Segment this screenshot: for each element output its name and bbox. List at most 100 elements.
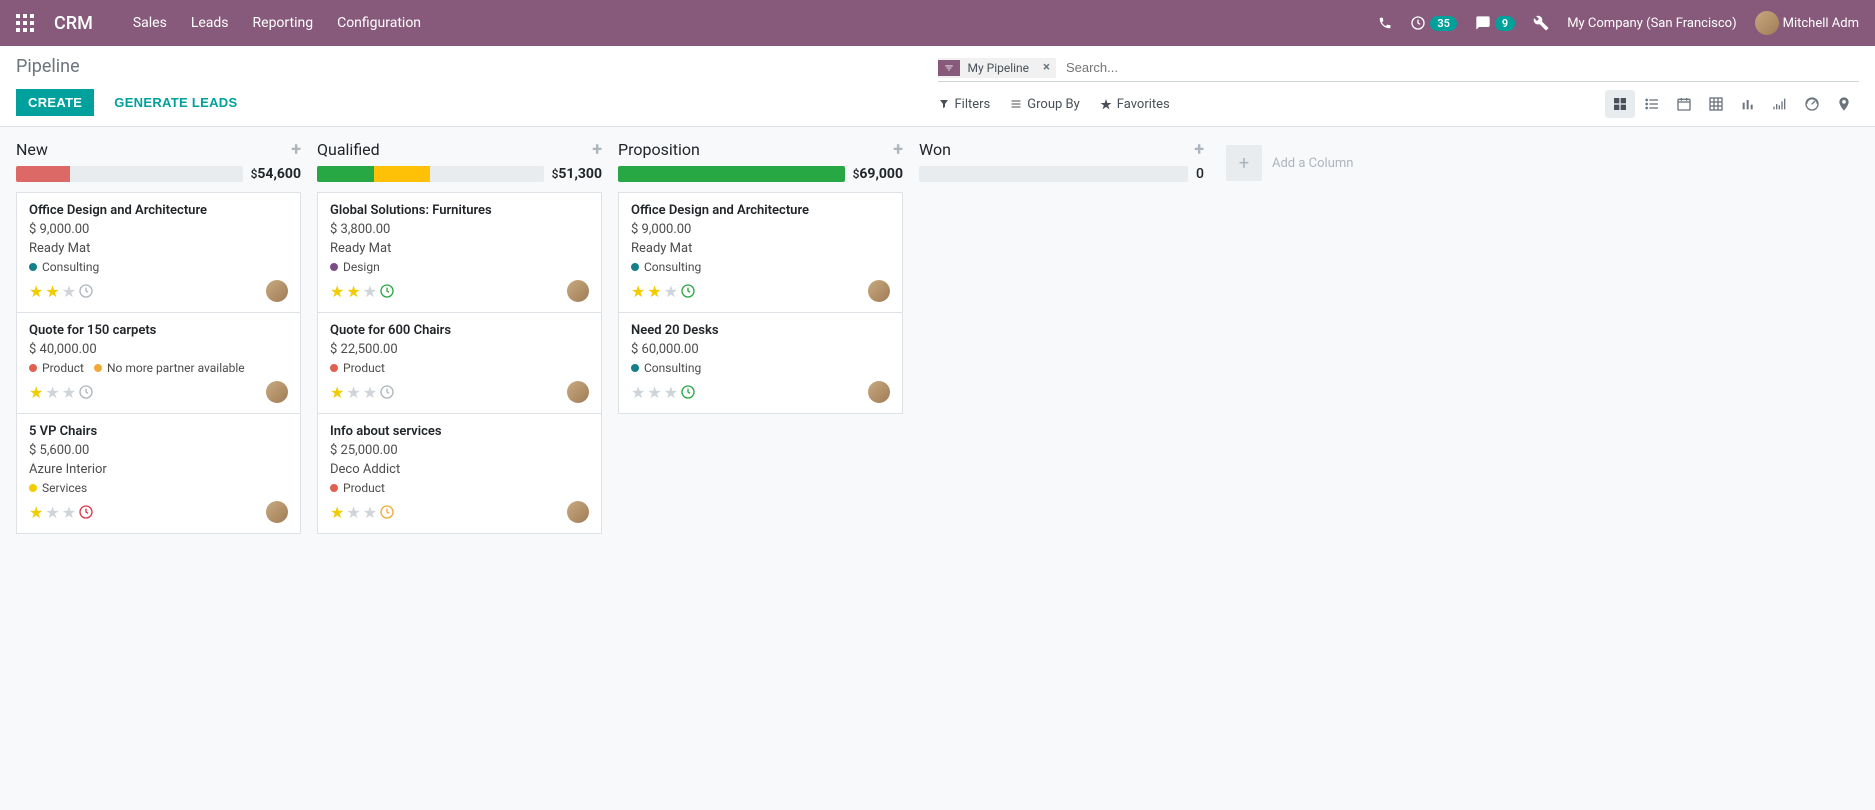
quick-create-icon[interactable]: + (592, 139, 602, 160)
star-icon[interactable]: ★ (346, 383, 360, 402)
star-icon[interactable]: ★ (631, 282, 645, 301)
star-icon[interactable]: ★ (62, 503, 76, 522)
star-icon[interactable]: ★ (330, 383, 344, 402)
company-switcher[interactable]: My Company (San Francisco) (1567, 16, 1736, 31)
assignee-avatar-icon[interactable] (868, 280, 890, 302)
quick-create-icon[interactable]: + (1194, 139, 1204, 160)
app-brand[interactable]: CRM (54, 13, 93, 34)
kanban-card[interactable]: 5 VP Chairs $ 5,600.00 Azure Interior Se… (16, 413, 301, 534)
kanban-card[interactable]: Quote for 150 carpets $ 40,000.00 Produc… (16, 312, 301, 414)
control-panel: Pipeline CREATE GENERATE LEADS My Pipeli… (0, 46, 1875, 127)
search-input[interactable] (1062, 56, 1859, 79)
column-sum: $54,600 (251, 166, 301, 182)
kanban-card[interactable]: Office Design and Architecture $ 9,000.0… (618, 192, 903, 313)
view-dashboard-icon[interactable] (1797, 90, 1827, 118)
nav-item-reporting[interactable]: Reporting (253, 15, 314, 31)
card-title: Quote for 600 Chairs (330, 323, 589, 338)
add-column[interactable]: +Add a Column (1220, 139, 1420, 187)
view-list-icon[interactable] (1637, 90, 1667, 118)
quick-create-icon[interactable]: + (291, 139, 301, 160)
star-icon[interactable]: ★ (29, 383, 43, 402)
tag: Consulting (631, 260, 701, 274)
star-icon[interactable]: ★ (346, 282, 360, 301)
quick-create-icon[interactable]: + (893, 139, 903, 160)
star-icon[interactable]: ★ (647, 282, 661, 301)
assignee-avatar-icon[interactable] (266, 280, 288, 302)
nav-item-sales[interactable]: Sales (133, 15, 167, 31)
star-icon[interactable]: ★ (631, 383, 645, 402)
star-icon[interactable]: ★ (62, 383, 76, 402)
assignee-avatar-icon[interactable] (567, 381, 589, 403)
column-progress[interactable] (317, 166, 544, 182)
view-calendar-icon[interactable] (1669, 90, 1699, 118)
column-title[interactable]: Won (919, 140, 951, 159)
assignee-avatar-icon[interactable] (567, 280, 589, 302)
favorites-dropdown[interactable]: Favorites (1100, 97, 1170, 112)
star-icon[interactable]: ★ (664, 383, 678, 402)
nav-item-configuration[interactable]: Configuration (337, 15, 421, 31)
view-cohort-icon[interactable] (1765, 90, 1795, 118)
view-graph-icon[interactable] (1733, 90, 1763, 118)
create-button[interactable]: CREATE (16, 89, 94, 116)
view-kanban-icon[interactable] (1605, 90, 1635, 118)
facet-remove-icon[interactable]: × (1037, 60, 1056, 75)
kanban-card[interactable]: Need 20 Desks $ 60,000.00 Consulting ★★★ (618, 312, 903, 414)
card-amount: $ 9,000.00 (29, 222, 288, 237)
kanban-card[interactable]: Info about services $ 25,000.00 Deco Add… (317, 413, 602, 534)
activity-icon[interactable] (680, 283, 696, 299)
priority-stars: ★★★ (631, 383, 696, 402)
groupby-dropdown[interactable]: Group By (1010, 97, 1080, 112)
star-icon[interactable]: ★ (45, 383, 59, 402)
kanban-card[interactable]: Quote for 600 Chairs $ 22,500.00 Product… (317, 312, 602, 414)
activities-icon[interactable]: 35 (1410, 15, 1457, 31)
activity-icon[interactable] (78, 384, 94, 400)
filters-dropdown[interactable]: Filters (938, 97, 991, 112)
assignee-avatar-icon[interactable] (266, 381, 288, 403)
star-icon[interactable]: ★ (664, 282, 678, 301)
view-map-icon[interactable] (1829, 90, 1859, 118)
card-title: Office Design and Architecture (631, 203, 890, 218)
column-title[interactable]: Proposition (618, 140, 700, 159)
plus-icon[interactable]: + (1226, 145, 1262, 181)
nav-item-leads[interactable]: Leads (191, 15, 229, 31)
debug-icon[interactable] (1533, 15, 1549, 31)
column-progress[interactable] (618, 166, 845, 182)
column-progress[interactable] (16, 166, 243, 182)
assignee-avatar-icon[interactable] (567, 501, 589, 523)
apps-icon[interactable] (16, 14, 34, 32)
star-icon[interactable]: ★ (330, 282, 344, 301)
star-icon[interactable]: ★ (363, 503, 377, 522)
column-title[interactable]: Qualified (317, 140, 380, 159)
view-pivot-icon[interactable] (1701, 90, 1731, 118)
star-icon[interactable]: ★ (62, 282, 76, 301)
star-icon[interactable]: ★ (45, 503, 59, 522)
star-icon[interactable]: ★ (363, 282, 377, 301)
kanban-card[interactable]: Office Design and Architecture $ 9,000.0… (16, 192, 301, 313)
activity-icon[interactable] (78, 504, 94, 520)
activity-icon[interactable] (78, 283, 94, 299)
activity-icon[interactable] (379, 283, 395, 299)
star-icon[interactable]: ★ (330, 503, 344, 522)
generate-leads-button[interactable]: GENERATE LEADS (102, 89, 249, 116)
phone-icon[interactable] (1378, 16, 1392, 30)
column-progress[interactable] (919, 166, 1188, 182)
search-bar[interactable]: My Pipeline × (938, 56, 1860, 82)
tag: Consulting (631, 361, 701, 375)
star-icon[interactable]: ★ (29, 503, 43, 522)
star-icon[interactable]: ★ (346, 503, 360, 522)
kanban-column: New + $54,600 Office Design and Architec… (16, 139, 301, 533)
column-title[interactable]: New (16, 140, 48, 159)
assignee-avatar-icon[interactable] (868, 381, 890, 403)
star-icon[interactable]: ★ (45, 282, 59, 301)
messages-icon[interactable]: 9 (1475, 15, 1515, 31)
star-icon[interactable]: ★ (647, 383, 661, 402)
user-menu[interactable]: Mitchell Adm (1755, 11, 1859, 35)
activity-icon[interactable] (680, 384, 696, 400)
activity-icon[interactable] (379, 384, 395, 400)
star-icon[interactable]: ★ (363, 383, 377, 402)
activity-icon[interactable] (379, 504, 395, 520)
assignee-avatar-icon[interactable] (266, 501, 288, 523)
star-icon[interactable]: ★ (29, 282, 43, 301)
card-amount: $ 22,500.00 (330, 342, 589, 357)
kanban-card[interactable]: Global Solutions: Furnitures $ 3,800.00 … (317, 192, 602, 313)
